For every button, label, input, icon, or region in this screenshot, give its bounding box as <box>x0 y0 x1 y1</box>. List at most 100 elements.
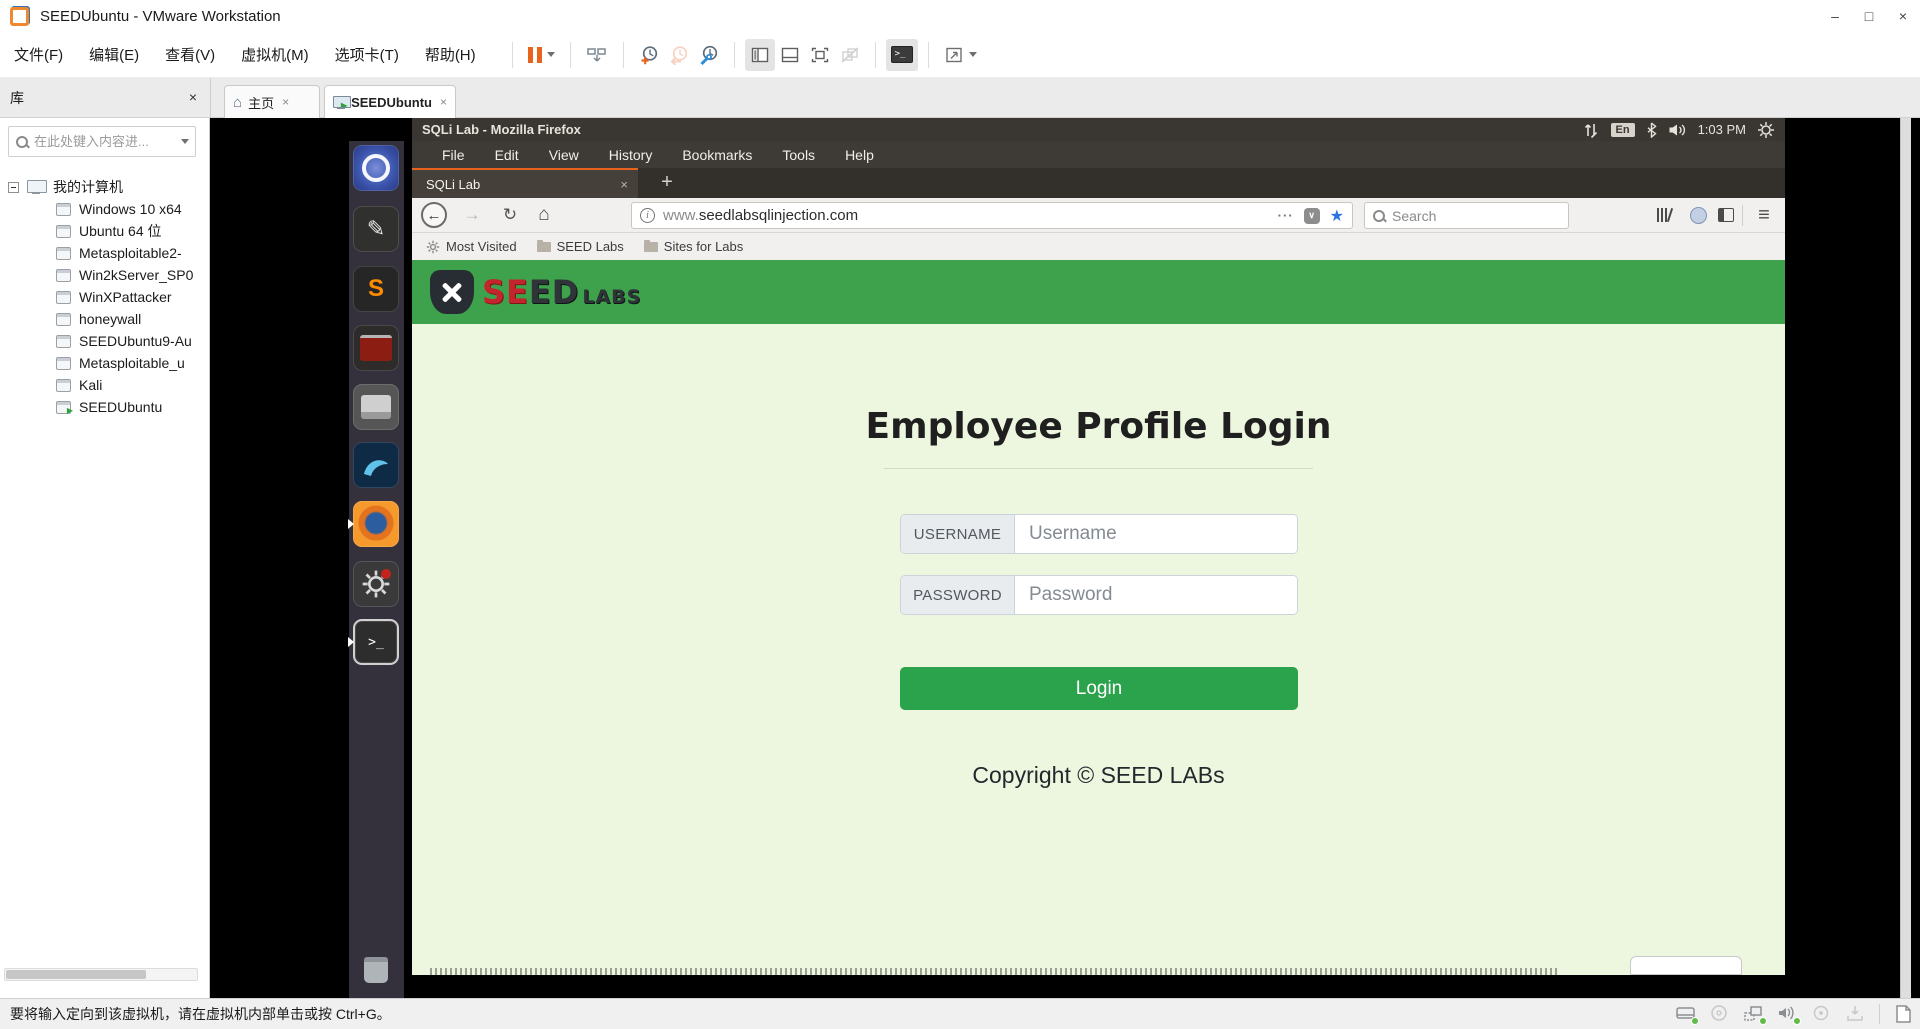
ff-menu-tools[interactable]: Tools <box>782 147 815 163</box>
clock-label[interactable]: 1:03 PM <box>1698 122 1746 137</box>
back-button[interactable]: ← <box>420 201 448 229</box>
tab-seedubuntu[interactable]: ▶ SEEDUbuntu × <box>324 85 456 118</box>
pocket-icon[interactable]: ∨ <box>1303 207 1320 224</box>
fullscreen-button[interactable] <box>805 39 835 71</box>
vm-item-kali[interactable]: Kali <box>0 374 208 396</box>
suspend-vm-button[interactable] <box>523 39 560 71</box>
vm-item-metasploitable-u[interactable]: Metasploitable_u <box>0 352 208 374</box>
vm-item-metasploitable2[interactable]: Metasploitable2- <box>0 242 208 264</box>
bookmark-folder-sites-for-labs[interactable]: Sites for Labs <box>643 239 743 254</box>
vm-item-win2kserver[interactable]: Win2kServer_SP0 <box>0 264 208 286</box>
ff-tab-close-icon[interactable]: × <box>620 177 628 192</box>
firefox-tab-sqli-lab[interactable]: SQLi Lab × <box>412 168 638 198</box>
library-close-button[interactable]: × <box>182 86 204 108</box>
network-adapter-icon[interactable] <box>1743 1004 1767 1025</box>
library-button[interactable] <box>1650 201 1678 229</box>
scrollbar-thumb[interactable] <box>6 970 146 979</box>
ff-menu-view[interactable]: View <box>549 147 579 163</box>
sidebar-toggle-button[interactable] <box>1712 201 1740 229</box>
sidebar-horizontal-scrollbar[interactable] <box>4 968 198 981</box>
menu-file[interactable]: 文件(F) <box>14 44 63 65</box>
chevron-down-icon[interactable] <box>181 139 189 144</box>
menu-tabs[interactable]: 选项卡(T) <box>335 44 399 65</box>
close-button[interactable]: × <box>1886 0 1920 32</box>
menu-vm[interactable]: 虚拟机(M) <box>241 44 309 65</box>
firefox-search-box[interactable] <box>1364 202 1569 229</box>
tab-close-icon[interactable]: × <box>440 95 447 109</box>
tab-home[interactable]: ⌂ 主页 × <box>224 85 320 118</box>
volume-icon[interactable] <box>1668 122 1687 138</box>
snapshot-manager-button[interactable] <box>694 39 724 71</box>
open-terminal-button[interactable]: >_ <box>885 38 918 71</box>
launcher-trash-icon[interactable] <box>353 947 399 993</box>
partial-button[interactable] <box>1630 956 1742 975</box>
bluetooth-icon[interactable] <box>1646 121 1657 138</box>
session-gear-icon[interactable] <box>1757 121 1775 139</box>
login-button[interactable]: Login <box>900 667 1298 710</box>
menu-view[interactable]: 查看(V) <box>165 44 215 65</box>
ff-menu-help[interactable]: Help <box>845 147 874 163</box>
fit-guest-button[interactable] <box>939 39 982 71</box>
hard-disk-device-icon[interactable] <box>1675 1004 1699 1025</box>
sound-device-icon[interactable] <box>1777 1004 1801 1025</box>
network-updown-icon[interactable] <box>1582 122 1600 138</box>
firefox-search-input[interactable] <box>1392 207 1561 224</box>
bookmark-most-visited[interactable]: Most Visited <box>426 239 517 254</box>
bookmark-folder-seed-labs[interactable]: SEED Labs <box>536 239 624 254</box>
vm-item-seedubuntu[interactable]: ▶ SEEDUbuntu <box>0 396 208 418</box>
library-search-box[interactable] <box>8 126 196 157</box>
ff-menu-bookmarks[interactable]: Bookmarks <box>682 147 752 163</box>
username-input[interactable] <box>1015 515 1297 553</box>
launcher-dash-icon[interactable] <box>353 145 399 191</box>
take-snapshot-button[interactable] <box>634 39 664 71</box>
reload-button[interactable]: ↻ <box>496 201 524 229</box>
url-text[interactable]: www.seedlabsqlinjection.com <box>663 207 858 224</box>
bookmark-star-icon[interactable]: ★ <box>1330 206 1344 226</box>
collapse-icon[interactable] <box>8 181 19 193</box>
vm-item-winxpattacker[interactable]: WinXPattacker <box>0 286 208 308</box>
minimize-button[interactable]: – <box>1818 0 1852 32</box>
password-input[interactable] <box>1015 576 1297 614</box>
launcher-red-terminal-icon[interactable] <box>353 325 399 371</box>
account-button[interactable] <box>1684 201 1712 229</box>
launcher-sublime-icon[interactable]: S <box>353 266 399 312</box>
show-thumbnail-bar-button[interactable] <box>775 39 805 71</box>
library-search-input[interactable] <box>34 134 176 149</box>
send-ctrl-alt-del-button[interactable] <box>581 39 613 71</box>
vm-item-honeywall[interactable]: honeywall <box>0 308 208 330</box>
unity-mode-button[interactable] <box>835 39 865 71</box>
vm-item-seedubuntu9[interactable]: SEEDUbuntu9-Au <box>0 330 208 352</box>
tab-close-icon[interactable]: × <box>282 95 289 109</box>
launcher-wireshark-icon[interactable] <box>353 442 399 488</box>
show-library-button[interactable] <box>744 38 775 71</box>
home-button[interactable]: ⌂ <box>530 201 558 229</box>
launcher-files-icon[interactable] <box>353 384 399 430</box>
menu-hamburger-button[interactable]: ≡ <box>1750 201 1778 229</box>
launcher-firefox-icon[interactable] <box>353 501 399 547</box>
vm-item-windows10[interactable]: Windows 10 x64 <box>0 198 208 220</box>
vm-vertical-scrollbar[interactable] <box>1900 118 1911 998</box>
secondary-cd-icon[interactable] <box>1811 1004 1833 1024</box>
keyboard-layout-indicator[interactable]: En <box>1610 122 1635 137</box>
ff-menu-file[interactable]: File <box>442 147 465 163</box>
launcher-text-editor-icon[interactable]: ✎ <box>353 206 399 252</box>
cdrom-device-icon[interactable] <box>1709 1004 1731 1024</box>
ff-menu-edit[interactable]: Edit <box>495 147 519 163</box>
vm-display-area[interactable]: SQLi Lab - Mozilla Firefox En 1:03 PM ✎ … <box>210 118 1920 998</box>
site-info-icon[interactable]: i <box>640 208 655 223</box>
vm-item-ubuntu64[interactable]: Ubuntu 64 位 <box>0 220 208 242</box>
url-bar[interactable]: i www.seedlabsqlinjection.com ··· ∨ ★ <box>631 202 1353 229</box>
new-tab-button[interactable]: + <box>652 168 682 198</box>
maximize-button[interactable]: □ <box>1852 0 1886 32</box>
menu-edit[interactable]: 编辑(E) <box>89 44 139 65</box>
install-tools-icon[interactable] <box>1845 1004 1867 1024</box>
page-actions-icon[interactable]: ··· <box>1278 208 1294 223</box>
tree-root-my-computer[interactable]: 我的计算机 <box>0 176 208 198</box>
ff-menu-history[interactable]: History <box>609 147 653 163</box>
menu-help[interactable]: 帮助(H) <box>425 44 476 65</box>
revert-snapshot-button[interactable] <box>664 39 694 71</box>
launcher-settings-icon[interactable] <box>353 561 399 607</box>
launcher-terminal-icon[interactable]: >_ <box>353 619 399 665</box>
message-log-icon[interactable] <box>1892 1004 1914 1024</box>
forward-button[interactable]: → <box>458 201 486 229</box>
